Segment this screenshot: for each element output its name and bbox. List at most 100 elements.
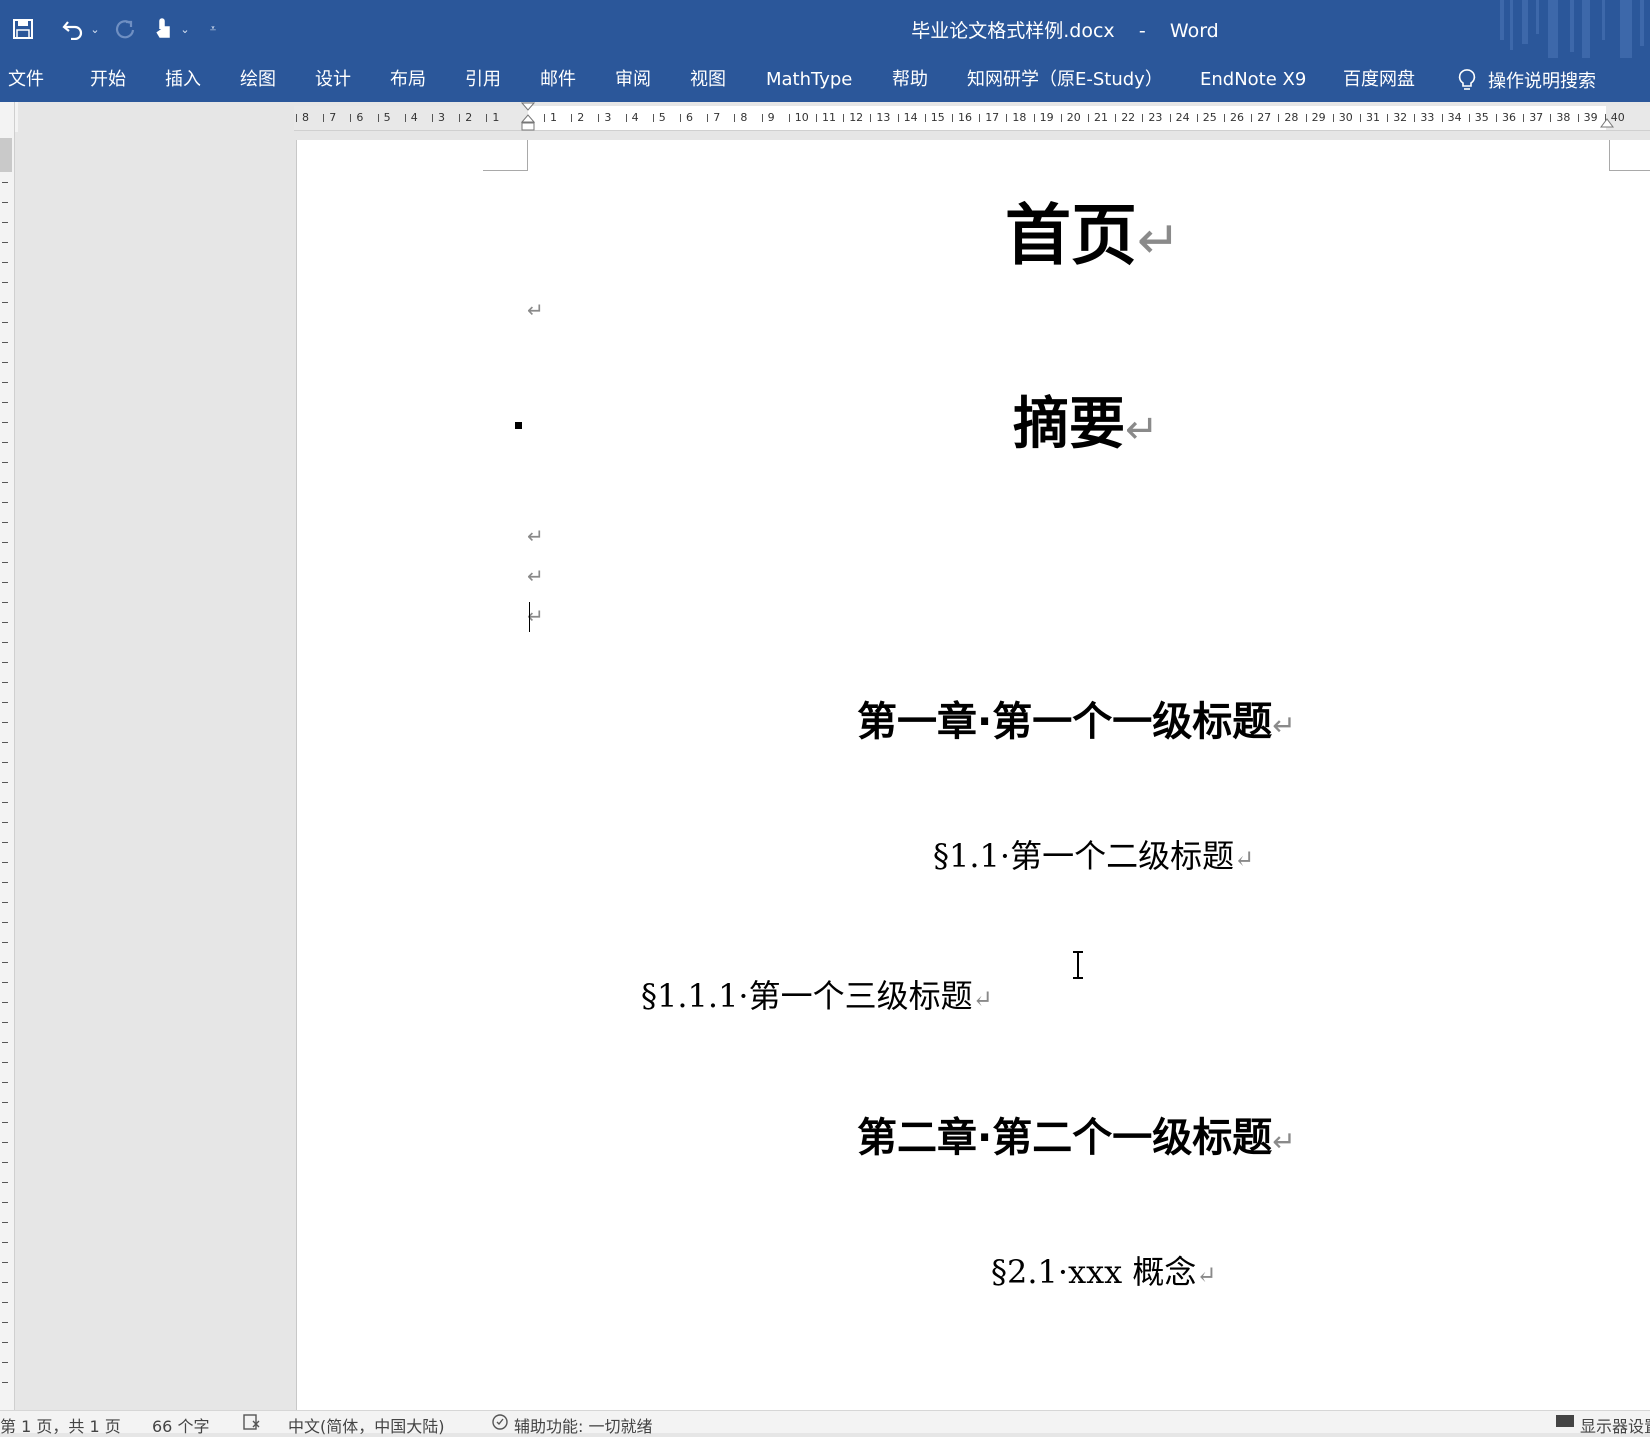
ruler-tick: [1523, 114, 1525, 122]
ruler-tick: [625, 114, 627, 122]
tab-home[interactable]: 开始: [90, 66, 126, 94]
vertical-ruler-tick: [2, 642, 8, 643]
ruler-number: 12: [849, 111, 864, 124]
undo-dropdown-icon[interactable]: ⌄: [88, 14, 102, 44]
ruler-tick: [1033, 114, 1035, 122]
tell-me-label: 操作说明搜索: [1488, 71, 1596, 92]
ruler-tick: [1251, 114, 1253, 122]
vertical-ruler-tick: [2, 282, 8, 283]
vertical-ruler-tick: [2, 662, 8, 663]
tab-layout[interactable]: 布局: [390, 66, 426, 94]
ruler-tick: [897, 114, 899, 122]
display-settings[interactable]: 显示器设置: [1580, 1413, 1650, 1437]
vertical-ruler-tick: [2, 1082, 8, 1083]
tab-references[interactable]: 引用: [465, 66, 501, 94]
vertical-ruler-tick: [2, 922, 8, 923]
touch-mode-dropdown-icon[interactable]: ⌄: [178, 14, 192, 44]
document-filename: 毕业论文格式样例.docx: [911, 20, 1115, 42]
undo-icon[interactable]: [58, 14, 88, 44]
accessibility-status[interactable]: 辅助功能: 一切就绪: [514, 1413, 652, 1437]
ruler-tick: [598, 114, 600, 122]
ruler-tick: [486, 114, 488, 122]
ruler-tick: [1060, 114, 1062, 122]
right-indent-marker[interactable]: [1600, 114, 1614, 133]
vertical-ruler-tick: [2, 1282, 8, 1283]
tell-me-search[interactable]: 操作说明搜索: [1458, 66, 1596, 94]
ruler-number: 38: [1556, 111, 1571, 124]
ruler-tick: [1496, 114, 1497, 122]
tab-cnki-estudy[interactable]: 知网研学（原E-Study）: [967, 66, 1163, 94]
empty-paragraph[interactable]: ↵: [527, 298, 544, 322]
ruler-tick: [1441, 114, 1443, 122]
vertical-ruler-tick: [2, 182, 8, 183]
title-separator: -: [1138, 20, 1146, 42]
tab-design[interactable]: 设计: [315, 66, 351, 94]
vertical-ruler-tick: [2, 682, 8, 683]
vertical-ruler-tick: [2, 482, 8, 483]
vertical-ruler-tick: [2, 1302, 8, 1303]
abstract-title[interactable]: 摘要↵: [1013, 390, 1159, 465]
vertical-ruler-tick: [2, 1362, 8, 1363]
save-icon[interactable]: [8, 14, 38, 44]
heading2-section2-1-text: §2.1·xxx 概念: [991, 1253, 1197, 1291]
ruler-number: 3: [438, 111, 445, 124]
page-count[interactable]: 第 1 页，共 1 页: [0, 1413, 121, 1437]
tab-mailings[interactable]: 邮件: [540, 66, 576, 94]
vertical-ruler-tick: [2, 402, 8, 403]
vertical-ruler-tick: [2, 1042, 8, 1043]
vertical-ruler-tick: [2, 202, 8, 203]
tab-endnote[interactable]: EndNote X9: [1200, 66, 1306, 94]
abstract-title-text: 摘要: [1013, 392, 1125, 457]
tab-review[interactable]: 审阅: [615, 66, 651, 94]
document-page[interactable]: 首页↵ ↵ 摘要↵ ↵ ↵ ↵ 第一章·第一个一级标题↵ §1.1·第一个二级标…: [296, 140, 1650, 1410]
ruler-number: 10: [794, 111, 809, 124]
touch-mode-icon[interactable]: [148, 14, 178, 44]
vertical-ruler-tick: [2, 962, 8, 963]
customize-qat-icon[interactable]: ⩡: [206, 14, 220, 44]
cover-title[interactable]: 首页↵: [1005, 196, 1181, 281]
vertical-ruler-tick: [2, 1342, 8, 1343]
ruler-tick: [1278, 114, 1280, 122]
vertical-ruler-tick: [2, 602, 8, 603]
vertical-ruler-tick: [2, 382, 8, 383]
empty-paragraph[interactable]: ↵: [527, 564, 544, 588]
heading1-chapter2[interactable]: 第二章·第二个一级标题↵: [857, 1112, 1296, 1168]
heading1-chapter1[interactable]: 第一章·第一个一级标题↵: [857, 696, 1296, 752]
ruler-tick: [1550, 114, 1552, 122]
vertical-ruler-tick: [2, 1122, 8, 1123]
ruler-tick: [1006, 114, 1008, 122]
first-line-indent-marker[interactable]: [520, 102, 536, 136]
heading2-section2-1[interactable]: §2.1·xxx 概念↵: [991, 1250, 1217, 1297]
vertical-ruler-tick: [2, 342, 8, 343]
ruler-tick: [924, 114, 926, 122]
language-indicator[interactable]: 中文(简体，中国大陆): [288, 1413, 445, 1437]
vertical-ruler-tick: [2, 362, 8, 363]
vertical-ruler-tick: [2, 462, 8, 463]
tab-draw[interactable]: 绘图: [240, 66, 276, 94]
word-count[interactable]: 66 个字: [152, 1413, 209, 1437]
ruler-number: 28: [1284, 111, 1299, 124]
horizontal-ruler[interactable]: 87654321 1 2 3 4 5 6 7 8 9 10 11 12 13 14 15 16 17 18 19 20…: [294, 102, 1650, 133]
vertical-ruler-tick: [2, 1142, 8, 1143]
ruler-tick: [544, 114, 545, 122]
title-bar: ⌄ ⌄ ⩡ 毕业论文格式样例.docx - Word: [0, 0, 1650, 58]
vertical-ruler-tick: [2, 802, 8, 803]
tab-insert[interactable]: 插入: [165, 66, 201, 94]
heading2-section1-1[interactable]: §1.1·第一个二级标题↵: [933, 834, 1254, 881]
ibeam-cursor-icon: [1068, 950, 1088, 980]
tab-view[interactable]: 视图: [690, 66, 726, 94]
vertical-ruler-tick: [2, 982, 8, 983]
ruler-number: 6: [686, 111, 693, 124]
vertical-ruler-tick: [2, 582, 8, 583]
vertical-ruler-tick: [2, 1062, 8, 1063]
tab-file[interactable]: 文件: [8, 66, 44, 94]
heading2-section1-1-text: §1.1·第一个二级标题: [933, 837, 1235, 875]
empty-paragraph[interactable]: ↵: [527, 524, 544, 548]
ruler-number: 11: [822, 111, 836, 124]
tab-mathtype[interactable]: MathType: [766, 66, 852, 94]
heading3-section1-1-1[interactable]: §1.1.1·第一个三级标题↵: [641, 974, 993, 1021]
paragraph-mark: ↵: [1234, 845, 1255, 873]
tab-baidu-netdisk[interactable]: 百度网盘: [1343, 66, 1415, 94]
tab-help[interactable]: 帮助: [892, 66, 928, 94]
vertical-ruler-tick: [2, 1002, 8, 1003]
